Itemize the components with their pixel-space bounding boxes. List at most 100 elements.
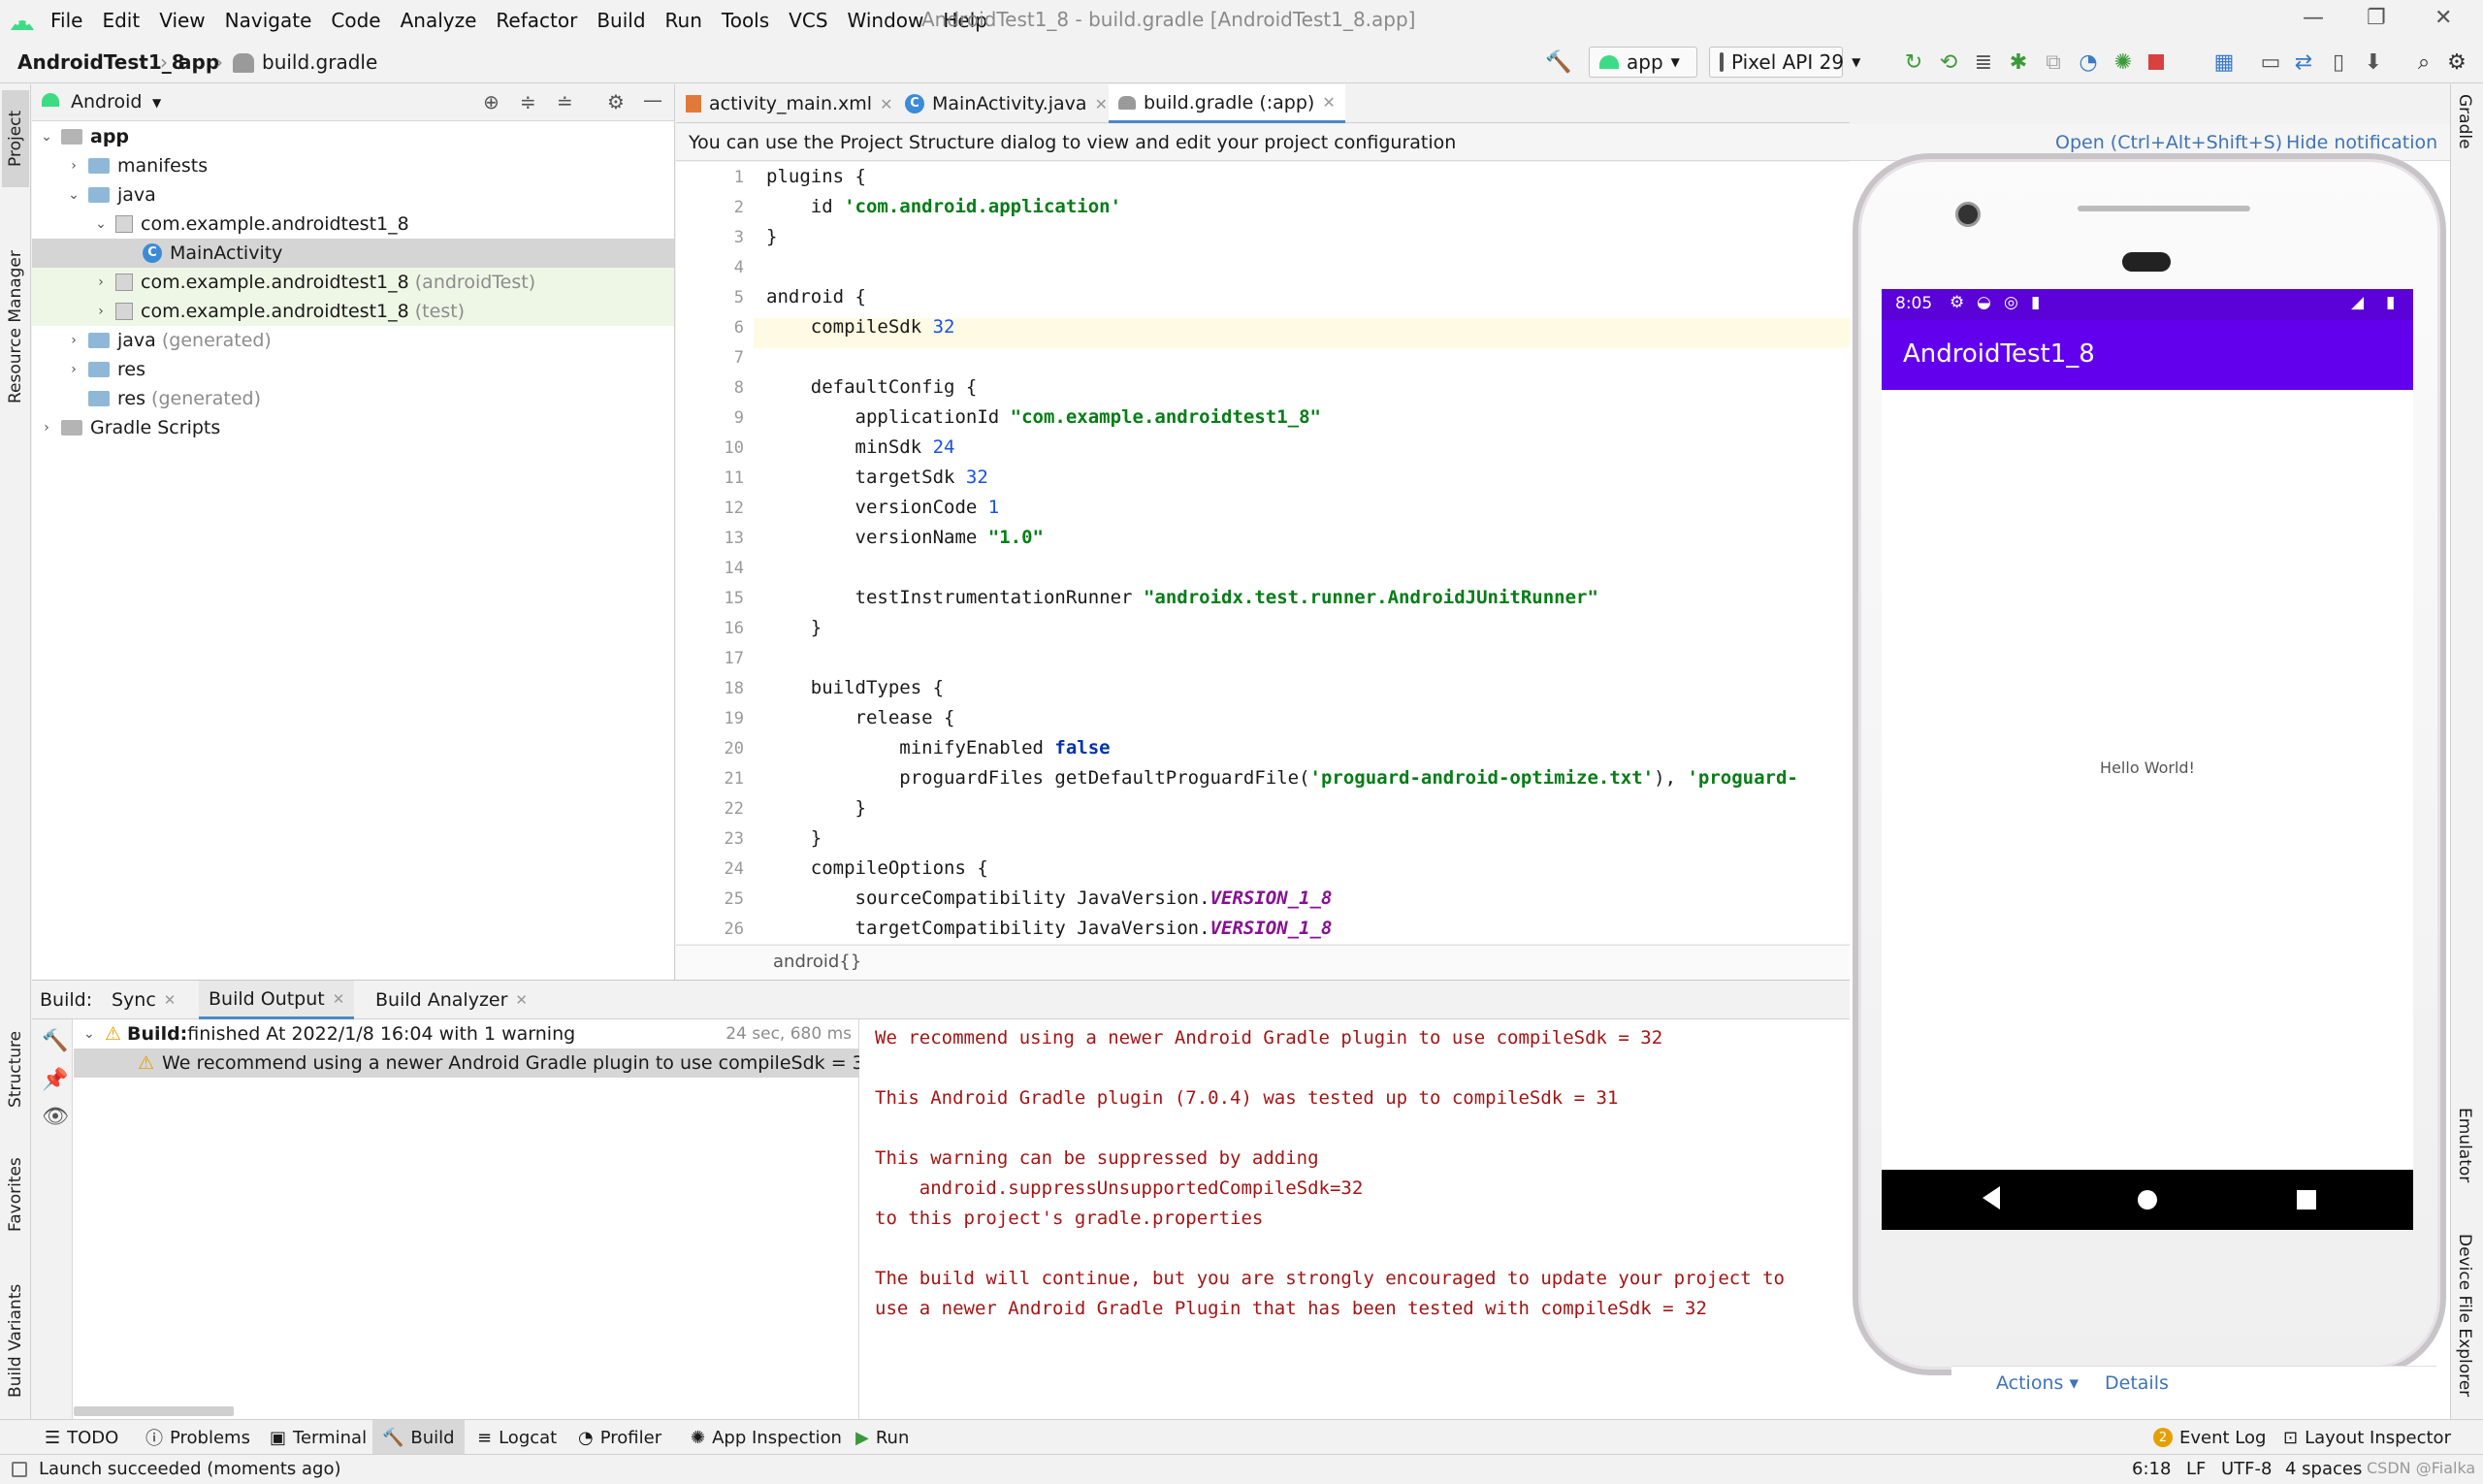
tree-item-res[interactable]: › res [32,355,674,384]
tab-build-output[interactable]: Build Output ✕ [199,981,355,1019]
hide-notification-link[interactable]: Hide notification [2286,132,2437,153]
caret-position[interactable]: 6:18 [2132,1459,2171,1479]
tree-item-manifests[interactable]: › manifests [32,151,674,180]
apply-code-changes-icon[interactable]: ≣ [1969,48,1998,77]
status-toggle-icon[interactable] [12,1462,27,1477]
make-project-hammer-icon[interactable]: 🔨 [1544,48,1573,77]
lightbulb-icon[interactable]: 💡 [754,321,758,344]
menu-build[interactable]: Build [587,8,655,33]
menu-window[interactable]: Window [838,8,934,33]
build-hammer-icon[interactable]: 🔨 [42,1029,68,1053]
close-tab-icon[interactable]: ✕ [1322,93,1335,112]
tab-build-gradle[interactable]: build.gradle (:app) ✕ [1109,84,1345,123]
tab-activity-main-xml[interactable]: activity_main.xml ✕ [676,84,902,123]
menu-view[interactable]: View [149,8,214,33]
tool-profiler[interactable]: ◔ Profiler [568,1420,671,1455]
menu-code[interactable]: Code [321,8,390,33]
tab-device-file-explorer[interactable]: Device File Explorer [2455,1234,2474,1397]
menu-file[interactable]: File [41,8,92,33]
menu-run[interactable]: Run [656,8,712,33]
home-icon[interactable] [2138,1190,2157,1210]
gear-icon[interactable]: ⚙ [607,90,625,113]
close-tab-icon[interactable]: ✕ [880,95,892,113]
tool-todo[interactable]: ☰ TODO [35,1420,128,1455]
open-project-structure-link[interactable]: Open (Ctrl+Alt+Shift+S) [2055,132,2282,153]
close-tab-icon[interactable]: ✕ [164,991,177,1009]
close-icon[interactable]: ✕ [2435,6,2452,30]
tree-item-app[interactable]: ⌄ app [32,122,674,151]
locate-target-icon[interactable]: ⊕ [483,90,500,113]
file-encoding[interactable]: UTF-8 [2221,1459,2272,1479]
menu-vcs[interactable]: VCS [779,8,837,33]
breadcrumb-file[interactable]: build.gradle [262,50,377,74]
indent-setting[interactable]: 4 spaces [2285,1459,2362,1479]
tool-problems[interactable]: ⓘ Problems [136,1420,260,1455]
tool-event-log[interactable]: 2 Event Log [2144,1420,2275,1455]
menu-tools[interactable]: Tools [712,8,779,33]
tab-build-variants[interactable]: Build Variants [2,1268,29,1413]
run-config-select[interactable]: app ▼ [1589,47,1697,78]
search-icon[interactable]: ⌕ [2409,48,2438,77]
avd-manager-icon[interactable]: ▯ [2324,48,2353,77]
tab-project[interactable]: Project [2,90,29,187]
eye-icon[interactable]: 👁 [42,1105,69,1129]
profile-icon[interactable]: ◔ [2074,48,2103,77]
tree-item-package-test[interactable]: › com.example.androidtest1_8 (test) [32,297,674,326]
tab-favorites[interactable]: Favorites [2,1142,29,1248]
debug-icon[interactable]: ✱ [2004,48,2033,77]
actions-link[interactable]: Actions ▾ [1996,1372,2079,1394]
tree-item-package-androidtest[interactable]: › com.example.androidtest1_8 (androidTest… [32,268,674,297]
rerun-icon[interactable]: ↻ [1899,48,1928,77]
tree-item-java-generated[interactable]: › java (generated) [32,326,674,355]
horizontal-scrollbar[interactable] [74,1406,234,1416]
tool-terminal[interactable]: ▣ Terminal [260,1420,376,1455]
menu-edit[interactable]: Edit [92,8,149,33]
tree-item-java[interactable]: ⌄ java [32,180,674,210]
phone-screen[interactable]: 8:05 ⚙ ◒ ◎ ▮ ◢ ▮ AndroidTest1_8 Hello Wo… [1882,289,2413,1230]
code-editor[interactable]: 💡 plugins { id 'com.android.application'… [754,162,1850,944]
stop-icon[interactable] [2142,48,2171,77]
chevron-down-icon[interactable]: ▼ [152,96,161,110]
pin-icon[interactable]: 📌 [42,1068,68,1092]
tree-item-res-generated[interactable]: res (generated) [32,384,674,413]
menu-analyze[interactable]: Analyze [391,8,487,33]
device-manager-icon[interactable]: ▦ [2209,48,2239,77]
build-warning-row[interactable]: ⚠ We recommend using a newer Android Gra… [74,1048,859,1078]
menu-refactor[interactable]: Refactor [486,8,587,33]
minimize-icon[interactable]: — [2303,6,2324,30]
tab-gradle[interactable]: Gradle [2455,94,2474,152]
sdk-download-icon[interactable]: ⬇ [2359,48,2388,77]
expand-all-icon[interactable]: ≑ [520,90,536,113]
tab-emulator[interactable]: Emulator [2455,1108,2474,1182]
tab-resource-manager[interactable]: Resource Manager [2,201,29,453]
code-breadcrumb[interactable]: android{} [773,952,861,972]
device-select[interactable]: Pixel API 29 ▼ [1709,47,1860,78]
restore-icon[interactable]: ❐ [2367,6,2386,30]
tree-item-package[interactable]: ⌄ com.example.androidtest1_8 [32,210,674,239]
project-view-select[interactable]: Android [71,91,142,113]
tree-item-mainactivity[interactable]: C MainActivity [32,239,674,268]
hide-panel-icon[interactable]: — [643,88,662,112]
close-tab-icon[interactable]: ✕ [1095,95,1108,113]
tool-run[interactable]: ▶ Run [846,1420,919,1455]
close-tab-icon[interactable]: ✕ [515,991,528,1009]
build-output-console[interactable]: We recommend using a newer Android Gradl… [860,1019,1852,1420]
tool-layout-inspector[interactable]: ⊡ Layout Inspector [2273,1420,2461,1455]
attach-debugger-icon[interactable]: ⧉ [2039,48,2068,77]
back-icon[interactable] [1983,1186,2000,1210]
close-tab-icon[interactable]: ✕ [333,990,345,1008]
settings-gear-icon[interactable]: ⚙ [2442,48,2471,77]
menu-navigate[interactable]: Navigate [215,8,322,33]
tool-logcat[interactable]: ≡ Logcat [468,1420,566,1455]
collapse-all-icon[interactable]: ≐ [557,90,573,113]
build-status-row[interactable]: ⌄ ⚠ Build: finished At 2022/1/8 16:04 wi… [74,1019,859,1048]
apply-changes-icon[interactable]: ⟲ [1934,48,1963,77]
details-link[interactable]: Details [2105,1372,2169,1394]
line-separator[interactable]: LF [2186,1459,2206,1479]
tab-build-analyzer[interactable]: Build Analyzer ✕ [366,981,537,1019]
sync-gradle-icon[interactable]: ⇄ [2289,48,2318,77]
tool-build[interactable]: 🔨 Build [372,1420,465,1455]
tab-structure[interactable]: Structure [2,1016,29,1122]
tree-item-gradle-scripts[interactable]: › Gradle Scripts [32,413,674,442]
tab-mainactivity-java[interactable]: C MainActivity.java ✕ [895,84,1117,123]
